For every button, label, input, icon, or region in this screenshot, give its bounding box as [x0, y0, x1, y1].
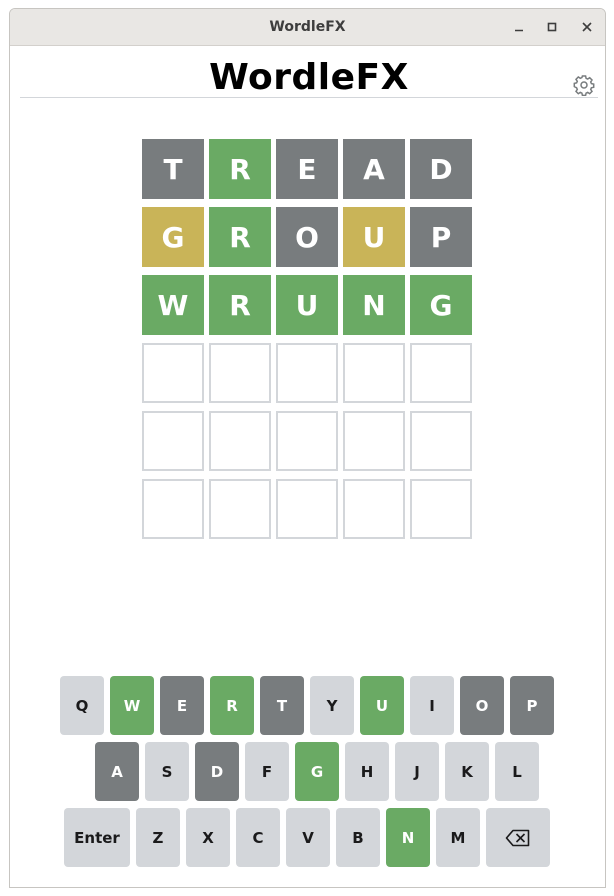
page-title: WordleFX [209, 57, 409, 98]
close-button[interactable] [578, 18, 596, 36]
maximize-icon [547, 22, 557, 32]
key-d[interactable]: D [195, 742, 239, 801]
app-header: WordleFX [20, 46, 598, 98]
board-tile [343, 479, 405, 539]
board-tile [276, 411, 338, 471]
board-tile: E [276, 139, 338, 199]
key-m[interactable]: M [436, 808, 480, 867]
close-icon [582, 22, 592, 32]
key-c[interactable]: C [236, 808, 280, 867]
board-tile: D [410, 139, 472, 199]
key-r[interactable]: R [210, 676, 254, 735]
key-p[interactable]: P [510, 676, 554, 735]
key-j[interactable]: J [395, 742, 439, 801]
board-tile [410, 343, 472, 403]
board-tile: U [343, 207, 405, 267]
board-tile: G [142, 207, 204, 267]
board-tile [209, 479, 271, 539]
enter-key[interactable]: Enter [64, 808, 130, 867]
key-o[interactable]: O [460, 676, 504, 735]
key-w[interactable]: W [110, 676, 154, 735]
key-k[interactable]: K [445, 742, 489, 801]
app-window: WordleFX WordleFX TREADGROUPWRUNG QWERTY… [9, 8, 606, 888]
key-t[interactable]: T [260, 676, 304, 735]
key-a[interactable]: A [95, 742, 139, 801]
key-l[interactable]: L [495, 742, 539, 801]
title-bar[interactable]: WordleFX [10, 9, 605, 46]
key-n[interactable]: N [386, 808, 430, 867]
minimize-button[interactable] [510, 18, 528, 36]
board-tile: U [276, 275, 338, 335]
board-tile [343, 343, 405, 403]
key-f[interactable]: F [245, 742, 289, 801]
board-tile [142, 479, 204, 539]
key-s[interactable]: S [145, 742, 189, 801]
key-g[interactable]: G [295, 742, 339, 801]
key-x[interactable]: X [186, 808, 230, 867]
board-tile [343, 411, 405, 471]
board-tile [410, 411, 472, 471]
key-v[interactable]: V [286, 808, 330, 867]
board-tile [142, 411, 204, 471]
key-b[interactable]: B [336, 808, 380, 867]
board-tile [209, 343, 271, 403]
board-tile: T [142, 139, 204, 199]
board-tile: P [410, 207, 472, 267]
key-y[interactable]: Y [310, 676, 354, 735]
key-q[interactable]: Q [60, 676, 104, 735]
board-tile [276, 343, 338, 403]
settings-button[interactable] [573, 74, 595, 97]
board-tile: N [343, 275, 405, 335]
key-z[interactable]: Z [136, 808, 180, 867]
board-tile [142, 343, 204, 403]
key-u[interactable]: U [360, 676, 404, 735]
key-h[interactable]: H [345, 742, 389, 801]
backspace-icon [505, 829, 530, 846]
key-i[interactable]: I [410, 676, 454, 735]
board-tile: O [276, 207, 338, 267]
backspace-key[interactable] [486, 808, 550, 867]
key-e[interactable]: E [160, 676, 204, 735]
board-tile: G [410, 275, 472, 335]
board-tile: A [343, 139, 405, 199]
board-tile: R [209, 275, 271, 335]
minimize-icon [515, 29, 523, 32]
gear-icon [573, 75, 595, 97]
board-tile: R [209, 139, 271, 199]
board-tile [410, 479, 472, 539]
board-tile: R [209, 207, 271, 267]
maximize-button[interactable] [543, 18, 561, 36]
board-tile [276, 479, 338, 539]
board-tile: W [142, 275, 204, 335]
board-tile [209, 411, 271, 471]
